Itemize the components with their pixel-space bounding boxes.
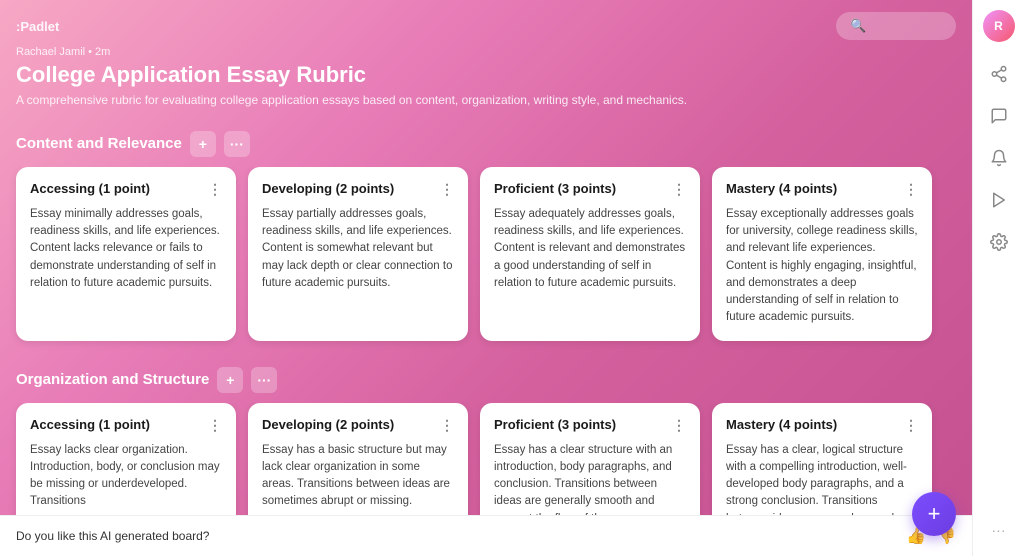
card-content-1: Accessing (1 point) ⋮ Essay minimally ad… (16, 167, 236, 341)
ai-bar: Do you like this AI generated board? 👍 👎 (0, 515, 972, 556)
page-title: College Application Essay Rubric (16, 62, 956, 88)
card-content-3: Proficient (3 points) ⋮ Essay adequately… (480, 167, 700, 341)
settings-icon[interactable] (981, 224, 1017, 260)
card-header-2: Developing (2 points) ⋮ (262, 181, 454, 198)
card-header-4: Mastery (4 points) ⋮ (726, 181, 918, 198)
card-content-2: Developing (2 points) ⋮ Essay partially … (248, 167, 468, 341)
card-title-1: Accessing (1 point) (30, 181, 150, 196)
card-menu-1[interactable]: ⋮ (208, 181, 222, 198)
add-content-button[interactable]: + (190, 131, 216, 157)
card-menu-2[interactable]: ⋮ (440, 181, 454, 198)
card-text-2: Essay partially addresses goals, readine… (262, 206, 454, 292)
search-icon: 🔍 (850, 18, 866, 34)
card-content-4: Mastery (4 points) ⋮ Essay exceptionally… (712, 167, 932, 341)
more-content-button[interactable]: ··· (224, 131, 250, 157)
comment-icon[interactable] (981, 98, 1017, 134)
card-text-1: Essay minimally addresses goals, readine… (30, 206, 222, 292)
more-org-button[interactable]: ··· (251, 367, 277, 393)
card-menu-3[interactable]: ⋮ (672, 181, 686, 198)
page-subtitle: A comprehensive rubric for evaluating co… (16, 92, 956, 109)
card-org-title-2: Developing (2 points) (262, 417, 394, 432)
author-line: Rachael Jamil • 2m (16, 46, 956, 58)
card-org-title-3: Proficient (3 points) (494, 417, 616, 432)
card-text-3: Essay adequately addresses goals, readin… (494, 206, 686, 292)
section-header-content: Content and Relevance + ··· (0, 121, 972, 167)
card-org-title-4: Mastery (4 points) (726, 417, 837, 432)
card-org-menu-1[interactable]: ⋮ (208, 417, 222, 434)
section-header-org: Organization and Structure + ··· (0, 357, 972, 403)
card-header-1: Accessing (1 point) ⋮ (30, 181, 222, 198)
add-org-button[interactable]: + (217, 367, 243, 393)
section-title-org: Organization and Structure (16, 371, 209, 388)
card-org-menu-4[interactable]: ⋮ (904, 417, 918, 434)
card-org-menu-3[interactable]: ⋮ (672, 417, 686, 434)
search-button[interactable]: 🔍 (836, 12, 956, 40)
card-org-text-2: Essay has a basic structure but may lack… (262, 442, 454, 511)
main-content: :Padlet 🔍 Rachael Jamil • 2m College App… (0, 0, 972, 556)
card-org-header-3: Proficient (3 points) ⋮ (494, 417, 686, 434)
ai-bar-text: Do you like this AI generated board? (16, 529, 896, 543)
card-org-title-1: Accessing (1 point) (30, 417, 150, 432)
card-org-header-2: Developing (2 points) ⋮ (262, 417, 454, 434)
sidebar-more-icon[interactable]: ··· (992, 522, 1006, 538)
card-title-2: Developing (2 points) (262, 181, 394, 196)
link-icon[interactable] (981, 56, 1017, 92)
card-org-text-1: Essay lacks clear organization. Introduc… (30, 442, 222, 511)
avatar[interactable]: R (983, 10, 1015, 42)
top-bar: :Padlet 🔍 (0, 0, 972, 44)
card-text-4: Essay exceptionally addresses goals for … (726, 206, 918, 327)
header-section: Rachael Jamil • 2m College Application E… (0, 44, 972, 121)
card-header-3: Proficient (3 points) ⋮ (494, 181, 686, 198)
card-menu-4[interactable]: ⋮ (904, 181, 918, 198)
card-org-menu-2[interactable]: ⋮ (440, 417, 454, 434)
card-title-4: Mastery (4 points) (726, 181, 837, 196)
right-sidebar: R ··· (972, 0, 1024, 556)
card-org-header-4: Mastery (4 points) ⋮ (726, 417, 918, 434)
card-org-header-1: Accessing (1 point) ⋮ (30, 417, 222, 434)
play-icon[interactable] (981, 182, 1017, 218)
cards-row-content: Accessing (1 point) ⋮ Essay minimally ad… (0, 167, 972, 357)
section-title-content: Content and Relevance (16, 135, 182, 152)
bell-icon[interactable] (981, 140, 1017, 176)
card-title-3: Proficient (3 points) (494, 181, 616, 196)
app-logo: :Padlet (16, 19, 59, 34)
fab-button[interactable]: + (912, 492, 956, 536)
